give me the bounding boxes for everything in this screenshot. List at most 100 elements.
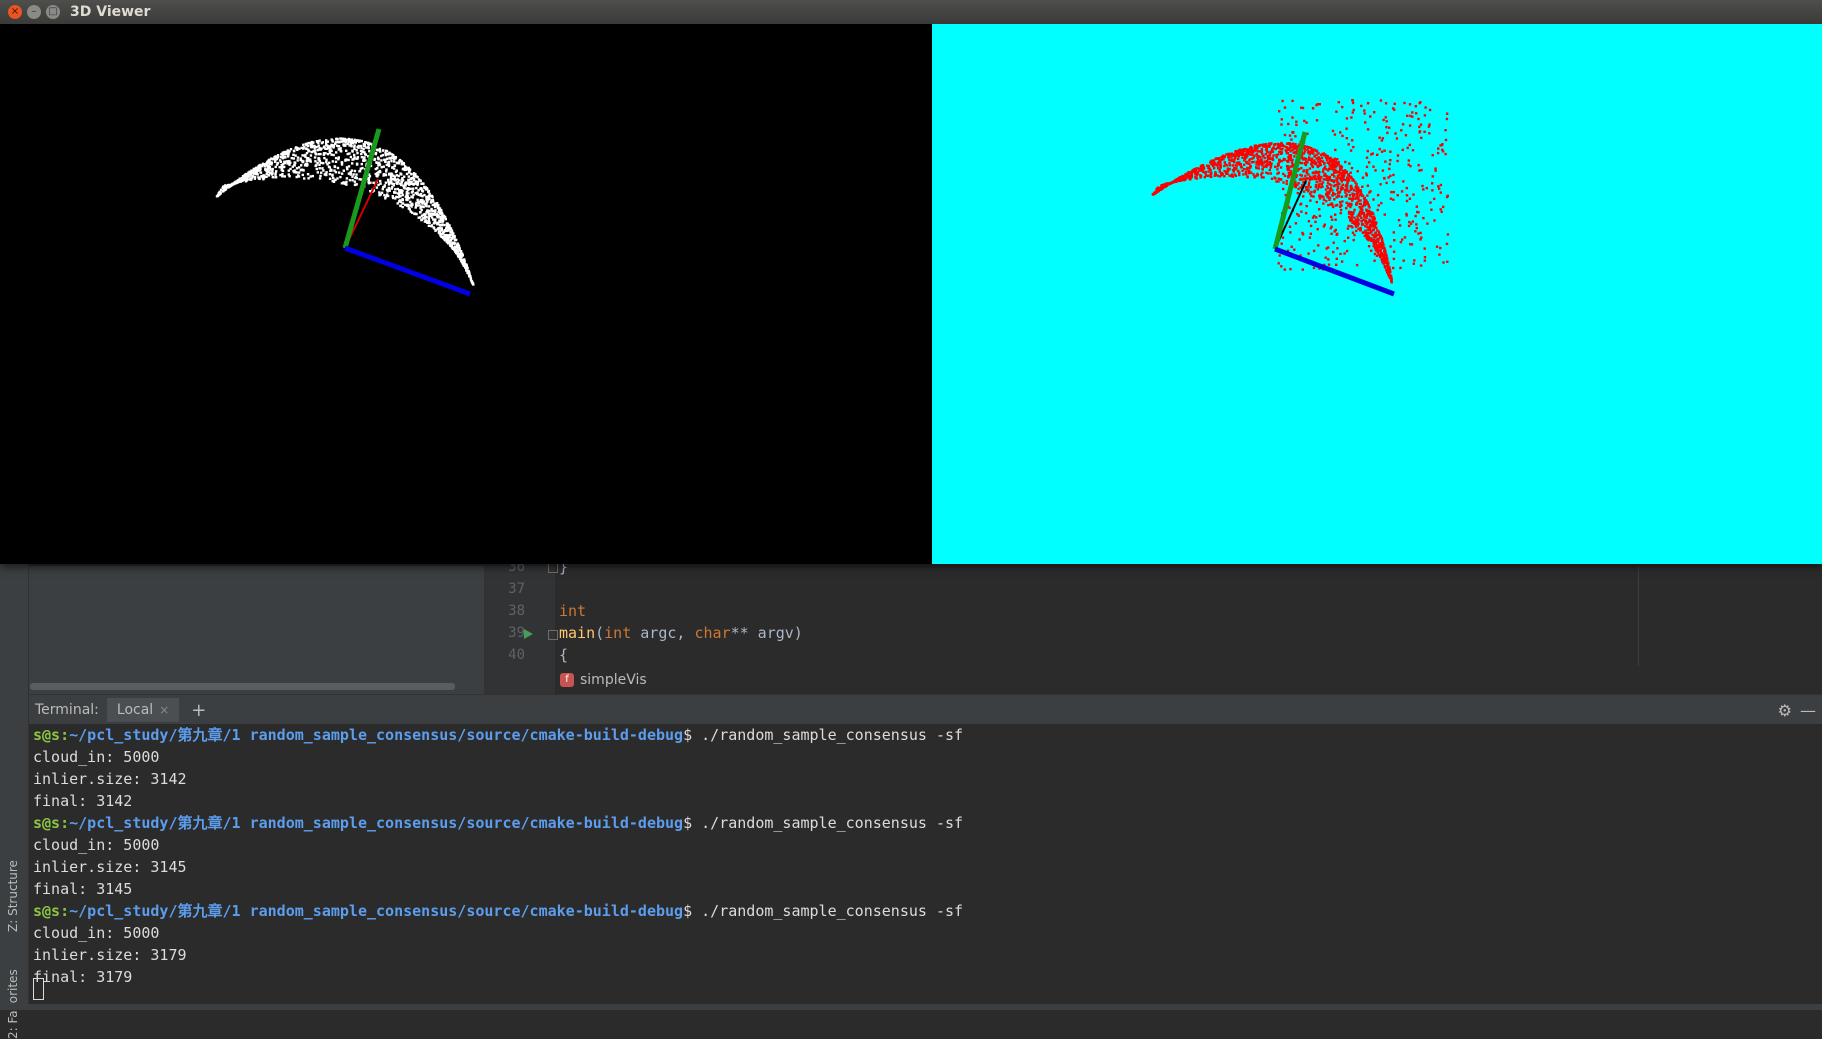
cloud-point <box>1381 239 1384 242</box>
cloud-point <box>296 156 300 159</box>
cloud-point <box>358 178 361 181</box>
cloud-point <box>1271 150 1275 153</box>
cloud-point <box>1339 203 1343 206</box>
run-gutter-icon[interactable] <box>524 629 533 639</box>
terminal-tab-local[interactable]: Local × <box>106 698 180 722</box>
cloud-point <box>1410 243 1414 246</box>
close-icon[interactable]: × <box>159 703 169 717</box>
cloud-point <box>357 146 360 149</box>
cloud-point <box>259 171 262 174</box>
cloud-point <box>377 173 380 176</box>
cloud-point <box>353 169 357 173</box>
cloud-point <box>344 138 348 142</box>
cloud-point <box>404 203 407 207</box>
cloud-point <box>1336 232 1339 236</box>
cloud-point <box>1351 197 1354 200</box>
cloud-point <box>437 227 440 230</box>
cloud-point <box>1269 151 1273 154</box>
cloud-point <box>393 191 396 194</box>
breadcrumb[interactable]: f simpleVis <box>560 669 647 691</box>
cloud-point <box>1319 163 1323 167</box>
cloud-point <box>1331 129 1335 133</box>
cloud-point <box>398 179 401 182</box>
cloud-point <box>1354 181 1357 184</box>
prompt-user: s@s: <box>33 814 70 832</box>
cloud-point <box>314 151 317 155</box>
cloud-point <box>280 152 283 156</box>
cloud-point <box>1390 190 1393 194</box>
cloud-point <box>1306 168 1309 172</box>
cloud-point <box>1381 137 1385 140</box>
cloud-point <box>1325 168 1328 171</box>
cloud-point <box>1255 163 1258 166</box>
cloud-point <box>1326 191 1329 194</box>
cloud-point <box>1333 230 1336 233</box>
cloud-point <box>1230 159 1233 162</box>
fold-marker-icon[interactable] <box>548 563 558 573</box>
cloud-point <box>1244 170 1248 174</box>
cloud-point <box>249 178 253 181</box>
cloud-point <box>1334 193 1337 196</box>
cloud-point <box>397 174 400 178</box>
cloud-point <box>1316 103 1319 106</box>
cloud-point <box>354 183 357 187</box>
maximize-window-button[interactable]: □ <box>46 5 60 19</box>
cloud-point <box>418 204 421 207</box>
gear-icon[interactable]: ⚙ <box>1778 701 1792 720</box>
close-window-button[interactable]: × <box>8 5 22 19</box>
code-editor[interactable]: 36 } 37 38 int 39 main(int argc, char** … <box>484 558 1822 694</box>
cloud-point <box>1335 196 1338 199</box>
cloud-point <box>387 186 390 190</box>
viewport-left[interactable] <box>5 24 932 564</box>
cloud-point <box>1242 173 1245 176</box>
cloud-point <box>398 158 402 162</box>
cloud-point <box>1332 161 1335 165</box>
cloud-point <box>1168 182 1171 185</box>
cloud-point <box>1350 184 1353 188</box>
terminal-output[interactable]: s@s:~/pcl_study/第九章/1 random_sample_cons… <box>29 724 1822 1004</box>
cloud-point <box>1322 168 1325 171</box>
cloud-point <box>309 154 313 157</box>
cloud-point <box>363 145 366 148</box>
cloud-point <box>1367 238 1370 242</box>
cloud-point <box>1386 265 1389 268</box>
cloud-point <box>1298 178 1302 181</box>
cloud-point <box>1385 257 1388 261</box>
fold-marker-icon[interactable] <box>548 630 558 640</box>
cloud-point <box>401 161 404 164</box>
cloud-point <box>325 173 328 177</box>
cloud-point <box>396 182 399 185</box>
cloud-point <box>1437 147 1440 150</box>
cloud-point <box>1292 147 1295 151</box>
viewport-right[interactable] <box>932 24 1822 564</box>
cloud-point <box>1290 145 1294 149</box>
cloud-point <box>367 145 370 149</box>
cloud-point <box>389 172 392 176</box>
cloud-point <box>1439 183 1443 187</box>
cloud-point <box>1331 205 1335 209</box>
minimize-window-button[interactable]: – <box>27 5 41 19</box>
window-titlebar[interactable]: × – □ 3D Viewer <box>0 0 1822 24</box>
cloud-point <box>433 205 437 209</box>
cloud-point <box>1394 132 1397 135</box>
project-horizontal-scrollbar[interactable] <box>30 683 455 690</box>
cloud-point <box>1308 167 1312 170</box>
cloud-point <box>1269 157 1272 160</box>
cloud-point <box>1372 225 1375 228</box>
close-icon: × <box>10 6 20 17</box>
cloud-point <box>297 171 301 174</box>
cloud-point <box>431 199 434 202</box>
cloud-point <box>348 179 352 182</box>
cloud-point <box>461 258 464 262</box>
cloud-point <box>375 186 379 189</box>
cloud-point <box>1310 194 1313 198</box>
prompt-user: s@s: <box>33 902 70 920</box>
add-terminal-button[interactable]: + <box>191 700 206 721</box>
cloud-point <box>422 217 425 220</box>
cloud-point <box>333 169 336 172</box>
cloud-point <box>435 215 439 218</box>
cloud-point <box>1304 163 1308 167</box>
minimize-icon[interactable]: — <box>1800 701 1816 720</box>
cloud-point <box>1268 168 1271 172</box>
cloud-point <box>378 161 381 164</box>
